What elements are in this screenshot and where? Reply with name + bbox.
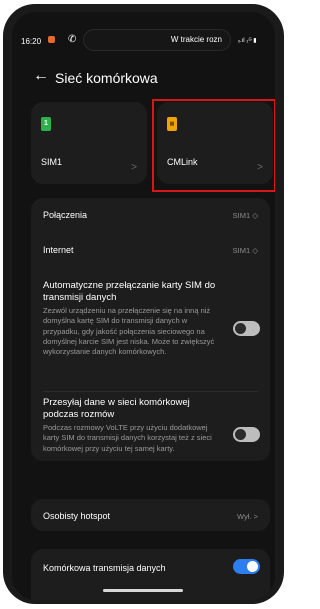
toggle-knob: [235, 429, 246, 440]
internet-row[interactable]: Internet SIM1 ◇: [31, 233, 270, 265]
phone-frame: 16:20 ✆ W trakcie rozn ₓ.ıl ₂ᴳ ▮ ← Sieć …: [3, 4, 284, 604]
arrow-left-icon[interactable]: ←: [33, 67, 49, 85]
internet-label: Internet: [43, 245, 74, 255]
page-title: Sieć komórkowa: [55, 70, 158, 86]
mobile-data-toggle[interactable]: [233, 559, 260, 574]
hotspot-value: Wył. >: [237, 512, 258, 521]
calls-value: SIM1 ◇: [232, 211, 258, 220]
app-notification-icon: [48, 36, 55, 43]
mobile-data-label: Komórkowa transmisja danych: [43, 563, 166, 573]
call-pill[interactable]: W trakcie rozn: [83, 29, 231, 51]
auto-switch-row: Automatyczne przełączanie karty SIM do t…: [31, 274, 270, 389]
signal-icon: ₓ.ıl ₂ᴳ ▮: [238, 38, 257, 44]
mobile-data-card: Komórkowa transmisja danych: [31, 549, 270, 600]
volte-data-row: Przesyłaj dane w sieci komórkowej podcza…: [31, 395, 270, 461]
toggle-knob: [235, 323, 246, 334]
toggle-knob: [247, 561, 258, 572]
chevron-right-icon: >: [131, 162, 137, 173]
volte-data-toggle[interactable]: [233, 427, 260, 442]
auto-switch-toggle[interactable]: [233, 321, 260, 336]
sim-card-icon: 1: [41, 117, 51, 131]
phone-icon: ✆: [68, 34, 77, 45]
calls-label: Połączenia: [43, 210, 88, 220]
volte-data-desc: Podczas rozmowy VoLTE przy użyciu dodatk…: [43, 423, 212, 453]
sim-card-sim1[interactable]: 1 SIM1 >: [31, 102, 147, 184]
call-pill-text: W trakcie rozn: [170, 35, 222, 44]
header: ← Sieć komórkowa: [12, 64, 275, 90]
sim-settings-card: Połączenia SIM1 ◇ Internet SIM1 ◇ Automa…: [31, 198, 270, 461]
hotspot-label: Osobisty hotspot: [43, 511, 111, 521]
highlight-box: [152, 99, 275, 192]
sim-name: SIM1: [41, 157, 63, 167]
auto-switch-title: Automatyczne przełączanie karty SIM do t…: [43, 280, 216, 303]
status-bar: 16:20 ✆ W trakcie rozn ₓ.ıl ₂ᴳ ▮: [12, 12, 275, 52]
screen: 16:20 ✆ W trakcie rozn ₓ.ıl ₂ᴳ ▮ ← Sieć …: [12, 12, 275, 600]
auto-switch-desc: Zezwól urządzeniu na przełączenie się na…: [43, 306, 215, 357]
hotspot-card[interactable]: Osobisty hotspot Wył. >: [31, 499, 270, 531]
volte-data-title: Przesyłaj dane w sieci komórkowej podcza…: [43, 397, 190, 420]
home-indicator[interactable]: [103, 589, 183, 592]
calls-row[interactable]: Połączenia SIM1 ◇: [31, 198, 270, 230]
divider: [43, 391, 258, 392]
internet-value: SIM1 ◇: [232, 246, 258, 255]
status-time: 16:20: [21, 37, 42, 46]
